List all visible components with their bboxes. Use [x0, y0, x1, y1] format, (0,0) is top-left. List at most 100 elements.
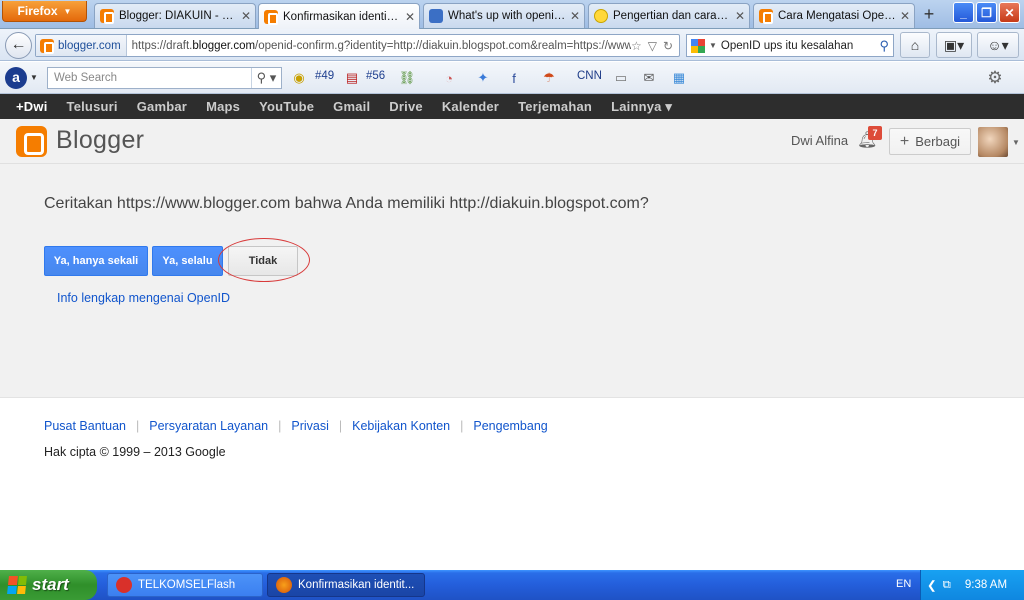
contacts-icon[interactable]: ▭ [612, 69, 630, 87]
sparkle-icon[interactable]: ✦ [474, 69, 492, 87]
footer-link-developers[interactable]: Pengembang [473, 419, 547, 433]
plus-icon: + [899, 132, 910, 150]
gbar-item-images[interactable]: Gambar [137, 99, 187, 114]
no-button[interactable]: Tidak [228, 246, 298, 276]
globe-icon[interactable]: ◉ [290, 69, 308, 87]
smiley-icon [594, 9, 608, 23]
web-search-input[interactable]: Web Search ⚲ ▾ [47, 67, 282, 89]
reload-icon[interactable]: ↻ [663, 39, 673, 53]
footer-separator: | [460, 419, 464, 433]
blogger-logo-icon[interactable] [16, 126, 47, 157]
blogger-brand[interactable]: Blogger [56, 126, 144, 155]
ranking-2[interactable]: #56 [366, 70, 385, 82]
bookmarks-icon: ▣▾ [943, 36, 965, 53]
site-identity-label: blogger.com [58, 39, 121, 52]
restore-button[interactable]: ❐ [976, 2, 997, 23]
ask-logo-icon[interactable]: a [5, 67, 27, 89]
flag-icon[interactable]: ▤ [343, 69, 361, 87]
footer-link-help[interactable]: Pusat Bantuan [44, 419, 126, 433]
gbar-item-youtube[interactable]: YouTube [259, 99, 314, 114]
weather-icon[interactable]: ☂ [540, 69, 558, 87]
browser-tab[interactable]: Cara Mengatasi OpenI... ✕ [753, 3, 915, 28]
start-button[interactable]: start [0, 570, 97, 600]
back-button[interactable]: ← [5, 32, 32, 59]
yes-once-button[interactable]: Ya, hanya sekali [44, 246, 148, 276]
window-controls: _ ❐ ✕ [953, 2, 1020, 23]
copyright-text: Hak cipta © 1999 – 2013 Google [44, 445, 226, 459]
windows-taskbar: start TELKOMSELFlash Konfirmasikan ident… [0, 570, 1024, 600]
url-tools: ☆ ▽ ↻ [631, 39, 679, 53]
yes-always-button[interactable]: Ya, selalu [152, 246, 223, 276]
browser-tab-strip: Firefox ▼ Blogger: DIAKUIN - Edit... ✕ K… [0, 0, 1024, 29]
cnn-button[interactable]: CNN [577, 70, 602, 82]
openid-info-link[interactable]: Info lengkap mengenai OpenID [57, 291, 230, 305]
clock[interactable]: 9:38 AM [965, 579, 1007, 591]
url-bar[interactable]: blogger.com https://draft.blogger.com/op… [35, 34, 680, 57]
footer-link-privacy[interactable]: Privasi [291, 419, 329, 433]
chevron-down-icon[interactable]: ▼ [1012, 138, 1020, 147]
navigation-bar: ← blogger.com https://draft.blogger.com/… [0, 29, 1024, 61]
chevron-down-icon[interactable]: ▽ [648, 39, 657, 53]
site-identity-button[interactable]: blogger.com [36, 35, 127, 56]
tab-label: Konfirmasikan identitas ... [283, 10, 401, 23]
home-button[interactable]: ⌂ [900, 32, 930, 58]
link-icon[interactable]: ⛓ [398, 69, 416, 87]
telkomsel-flash-icon [116, 577, 132, 593]
tab-label: What's up with openid. ... [448, 10, 566, 22]
gbar-item-gmail[interactable]: Gmail [333, 99, 370, 114]
new-tab-button[interactable]: + [918, 4, 940, 26]
chevron-down-icon[interactable]: ▼ [30, 73, 38, 82]
browser-tab[interactable]: Pengertian dan cara m... ✕ [588, 3, 750, 28]
bookmark-star-icon[interactable]: ☆ [631, 39, 642, 53]
start-label: start [32, 575, 69, 594]
gbar-item-translate[interactable]: Terjemahan [518, 99, 592, 114]
close-icon[interactable]: ✕ [570, 9, 580, 23]
search-icon[interactable]: ⚲ [879, 38, 889, 54]
browser-tab[interactable]: Blogger: DIAKUIN - Edit... ✕ [94, 3, 256, 28]
close-icon[interactable]: ✕ [735, 9, 745, 23]
gbar-item-more[interactable]: Lainnya ▾ [611, 99, 672, 115]
search-input[interactable]: ▼ OpenID ups itu kesalahan ⚲ [686, 34, 894, 57]
browser-tab-active[interactable]: Konfirmasikan identitas ... ✕ [258, 3, 420, 29]
ranking-1[interactable]: #49 [315, 70, 334, 82]
close-icon[interactable]: ✕ [900, 9, 910, 23]
facebook-icon[interactable]: f [505, 69, 523, 87]
gbar-item-maps[interactable]: Maps [206, 99, 240, 114]
language-indicator[interactable]: EN [896, 578, 911, 590]
url-domain: blogger.com [192, 39, 256, 52]
url-path: /openid-confirm.g?identity=http://diakui… [255, 39, 631, 52]
taskbar-item-label: Konfirmasikan identit... [298, 579, 415, 591]
gbar-item-profile[interactable]: +Dwi [16, 99, 48, 114]
twitter-icon[interactable]: ▦ [670, 69, 688, 87]
addon-button[interactable]: ☺▾ [977, 32, 1019, 58]
timer-icon[interactable]: ◔ [440, 69, 458, 87]
close-icon[interactable]: ✕ [405, 10, 415, 24]
gear-icon[interactable]: ⚙ [986, 68, 1004, 87]
mail-icon[interactable]: ✉ [640, 69, 658, 87]
minimize-button[interactable]: _ [953, 2, 974, 23]
share-button[interactable]: + Berbagi [889, 128, 971, 155]
gbar-item-search[interactable]: Telusuri [67, 99, 118, 114]
footer-link-content-policy[interactable]: Kebijakan Konten [352, 419, 450, 433]
firefox-menu-button[interactable]: Firefox ▼ [2, 1, 87, 22]
taskbar-item-active[interactable]: Konfirmasikan identit... [267, 573, 425, 597]
bookmarks-button[interactable]: ▣▾ [936, 32, 972, 58]
chevron-down-icon[interactable]: ▼ [709, 41, 717, 50]
close-window-button[interactable]: ✕ [999, 2, 1020, 23]
footer-link-terms[interactable]: Persyaratan Layanan [149, 419, 268, 433]
gbar-item-calendar[interactable]: Kalender [442, 99, 499, 114]
browser-tab[interactable]: What's up with openid. ... ✕ [423, 3, 585, 28]
footer-separator: | [136, 419, 140, 433]
gbar-item-drive[interactable]: Drive [389, 99, 423, 114]
network-icon[interactable]: ⧉ [943, 579, 951, 592]
close-icon[interactable]: ✕ [241, 9, 251, 23]
url-text[interactable]: https://draft.blogger.com/openid-confirm… [127, 40, 631, 52]
footer-separator: | [338, 419, 343, 433]
tray-expand-icon[interactable]: ❮ [927, 578, 937, 592]
taskbar-item[interactable]: TELKOMSELFlash [107, 573, 263, 597]
user-name[interactable]: Dwi Alfina [791, 133, 848, 148]
ask-toolbar: a ▼ Web Search ⚲ ▾ ◉ #49 ▤ #56 ⛓ ◔ ✦ f ☂… [0, 62, 1024, 94]
avatar[interactable] [978, 127, 1008, 157]
search-icon[interactable]: ⚲ ▾ [251, 68, 281, 88]
google-icon[interactable] [691, 38, 705, 53]
